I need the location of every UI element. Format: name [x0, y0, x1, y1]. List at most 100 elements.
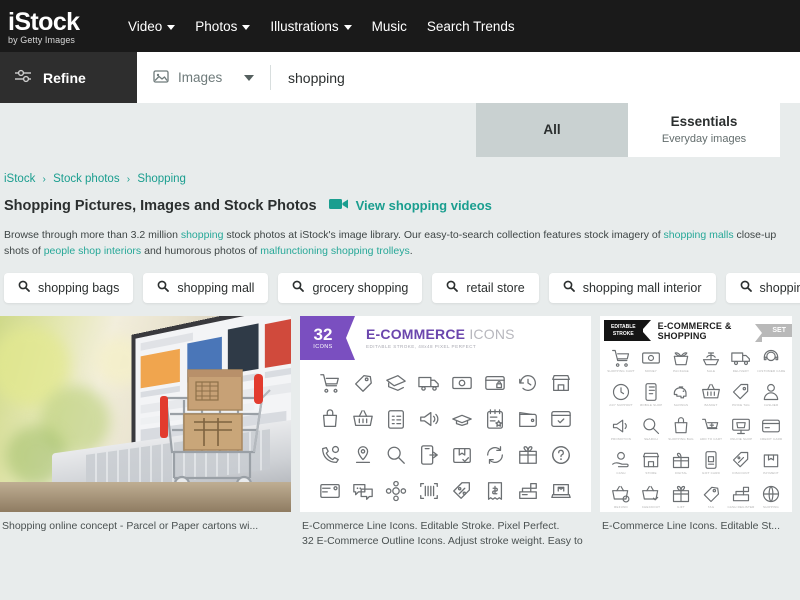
icon-label: CUSTOMER CARE [757, 369, 786, 373]
search-icon [446, 280, 458, 295]
chevron-down-icon [244, 75, 254, 81]
result-thumbnail[interactable] [0, 316, 291, 512]
icon-label: REFUND [614, 505, 628, 509]
chip-shopping-mall[interactable]: shopping mall [143, 273, 268, 303]
delivery-truck-icon [413, 368, 446, 399]
icon-label: PACKAGE [673, 369, 689, 373]
set-tag: SET [762, 324, 792, 337]
desc-link-malfunctioning-trolleys[interactable]: malfunctioning shopping trolleys [260, 245, 409, 257]
chip-shopping-mall-interior[interactable]: shopping mall interior [549, 273, 716, 303]
chip-grocery-shopping[interactable]: grocery shopping [278, 273, 422, 303]
nav-item-music[interactable]: Music [362, 15, 417, 38]
gift-box-icon: GIFT [666, 484, 696, 512]
digital-gift-icon: DIGITAL [666, 450, 696, 483]
icon-grid [300, 360, 591, 507]
wooden-table [0, 482, 291, 512]
nav-label: Music [372, 19, 407, 34]
wallet-icon [511, 404, 544, 435]
icon-label: MOBILE SHOP [640, 403, 663, 407]
breadcrumb-item-stock-photos[interactable]: Stock photos [53, 173, 119, 185]
page-header-row: Shopping Pictures, Images and Stock Phot… [0, 185, 800, 214]
media-type-select[interactable]: Images [137, 52, 270, 103]
breadcrumb-item-istock[interactable]: iStock [4, 173, 35, 185]
sheet-title: E-COMMERCE & SHOPPING [658, 321, 755, 341]
desc-text: . [410, 245, 413, 257]
nav-item-illustrations[interactable]: Illustrations [260, 15, 361, 38]
tab-title: Essentials [671, 114, 738, 131]
desc-link-shopping[interactable]: shopping [181, 229, 224, 241]
icon-label: DISCOUNT [732, 471, 749, 475]
caption-line-2: 32 E-Commerce Outline Icons. Adjust stro… [302, 535, 583, 547]
chevron-down-icon [167, 25, 175, 30]
faq-help-icon [544, 440, 577, 471]
nav-item-video[interactable]: Video [118, 15, 185, 38]
nav-item-photos[interactable]: Photos [185, 15, 260, 38]
icon-label: SALE [707, 369, 715, 373]
tag-icon: TAG [696, 484, 726, 512]
nav-label: Illustrations [270, 19, 338, 34]
chip-label: grocery shopping [312, 281, 408, 295]
shopping-basket-icon: BASKET [696, 382, 726, 415]
desc-link-shopping-malls[interactable]: shopping malls [664, 229, 734, 241]
view-videos-label: View shopping videos [356, 198, 492, 213]
desc-link-people-shop-interiors[interactable]: people shop interiors [44, 245, 141, 257]
icon-count-badge: 32 ICONS [300, 316, 346, 360]
price-tag-icon [347, 368, 380, 399]
search-product-icon [380, 440, 413, 471]
icon-label: TAG [708, 505, 715, 509]
order-list-icon [380, 404, 413, 435]
result-card-ecommerce-icons[interactable]: 32 ICONS E-COMMERCE ICONS EDITABLE STROK… [300, 316, 591, 549]
nav-label: Photos [195, 19, 237, 34]
search-input[interactable]: shopping [271, 52, 800, 103]
result-card-ecommerce-shopping-set[interactable]: EDITABLE STROKE E-COMMERCE & SHOPPING SE… [600, 316, 792, 549]
ribbon-line-2: STROKE [611, 331, 636, 337]
credit-card-icon: CREDIT CARD [756, 416, 786, 449]
top-navigation-bar: iStock by Getty Images Video Photos Illu… [0, 0, 800, 52]
search-icon [563, 280, 575, 295]
chip-shopping-bags[interactable]: shopping bags [4, 273, 133, 303]
refine-button[interactable]: Refine [0, 52, 137, 103]
refund-basket-icon: REFUND [606, 484, 636, 512]
istock-logo[interactable]: iStock by Getty Images [8, 8, 104, 45]
result-card-photo[interactable]: Shopping online concept - Parcel or Pape… [0, 316, 291, 549]
nav-item-search-trends[interactable]: Search Trends [417, 15, 525, 38]
verified-browser-icon [544, 404, 577, 435]
result-caption: E-Commerce Line Icons. Editable St... [600, 512, 792, 534]
result-thumbnail[interactable]: 32 ICONS E-COMMERCE ICONS EDITABLE STROK… [300, 316, 591, 512]
cash-register-icon: CASH REGISTER [726, 484, 756, 512]
chip-retail-store[interactable]: retail store [432, 273, 538, 303]
envelope-mail-icon [314, 476, 347, 507]
sheet-title-bold: E-COMMERCE [366, 326, 465, 342]
icon-label: PROMOTION [611, 437, 631, 441]
icon-label: CASHIER [764, 403, 779, 407]
chip-label: shopping mall [177, 281, 254, 295]
related-search-chips: shopping bags shopping mall grocery shop… [0, 260, 800, 316]
icon-label: GIFT CARD [702, 471, 720, 475]
primary-nav: Video Photos Illustrations Music Search … [118, 15, 525, 38]
wishlist-notes-icon [478, 404, 511, 435]
result-caption: Shopping online concept - Parcel or Pape… [0, 512, 291, 534]
chip-label: shopping cart [760, 281, 800, 295]
mini-shopping-cart [150, 356, 278, 496]
icon-label: CASH REGISTER [727, 505, 754, 509]
mobile-shop-icon: MOBILE SHOP [636, 382, 666, 415]
chip-shopping-cart[interactable]: shopping cart [726, 273, 800, 303]
tab-essentials[interactable]: Essentials Everyday images [628, 103, 780, 157]
icon-sheet-header: EDITABLE STROKE E-COMMERCE & SHOPPING SE… [600, 316, 792, 342]
chip-label: shopping bags [38, 281, 119, 295]
result-thumbnail[interactable]: EDITABLE STROKE E-COMMERCE & SHOPPING SE… [600, 316, 792, 512]
breadcrumb-item-shopping[interactable]: Shopping [137, 173, 186, 185]
shopping-bag-icon: SHOPPING BAG [666, 416, 696, 449]
search-query-value: shopping [288, 70, 345, 86]
category-description: Browse through more than 3.2 million sho… [0, 214, 800, 260]
result-caption: E-Commerce Line Icons. Editable Stroke. … [300, 512, 591, 549]
tab-all[interactable]: All [476, 103, 628, 157]
view-videos-link[interactable]: View shopping videos [329, 197, 492, 214]
support-call-icon [314, 440, 347, 471]
results-tabs-zone: All Essentials Everyday images [0, 103, 800, 165]
search-icon: SEARCH [636, 416, 666, 449]
breadcrumb-separator: › [127, 174, 130, 185]
icon-label: SHOPPING BAG [668, 437, 693, 441]
shopping-basket-icon [347, 404, 380, 435]
icon-label: SHOPPING CART [607, 369, 634, 373]
